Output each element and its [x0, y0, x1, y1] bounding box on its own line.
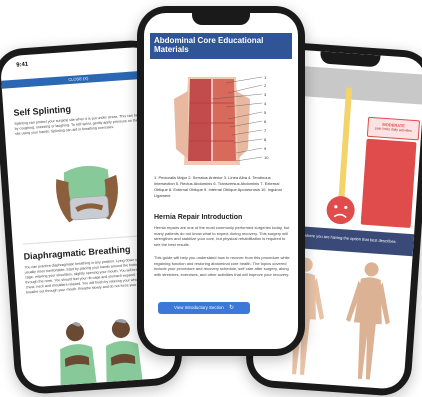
diagram-label-4: 4 — [264, 101, 267, 106]
diagram-legend: 1. Pectoralis Major 2. Serratus Anterior… — [154, 175, 282, 198]
diagram-label-10: 10 — [264, 155, 269, 160]
abdominal-anatomy-diagram: 1 2 3 4 5 6 7 8 9 10 — [174, 75, 269, 165]
self-splinting-illustration — [56, 165, 118, 223]
button-label: View Introductory Section — [174, 305, 224, 310]
phone-notch — [319, 51, 381, 68]
view-introductory-section-button[interactable]: View Introductory Section ↻ — [158, 302, 250, 314]
intro-paragraph-1: Hernia repairs are one of the most commo… — [154, 225, 290, 247]
refresh-icon: ↻ — [228, 305, 234, 311]
center-phone-frame: Abdominal Core Educational Materials 1 2… — [137, 6, 305, 356]
status-time: 9:41 — [16, 61, 29, 69]
section-title: Hernia Repair Introduction — [154, 214, 243, 221]
page-title: Abdominal Core Educational Materials — [150, 33, 292, 59]
moderate-box[interactable]: MODERATE pain limits daily activities — [366, 116, 421, 141]
phone-notch — [192, 13, 250, 25]
section-title-self-splinting: Self Splinting — [13, 103, 72, 118]
pain-face-icon — [326, 196, 355, 225]
diagram-label-5: 5 — [264, 110, 267, 115]
diagram-label-2: 2 — [264, 83, 267, 88]
close-button[interactable]: CLOSE (X) — [1, 69, 156, 89]
severe-box[interactable] — [360, 138, 417, 229]
center-phone-screen: Abdominal Core Educational Materials 1 2… — [144, 13, 298, 349]
diagram-label-7: 7 — [264, 128, 267, 133]
diagram-label-9: 9 — [264, 146, 267, 151]
diagram-label-1: 1 — [264, 75, 267, 80]
diagram-label-3: 3 — [264, 92, 267, 97]
intro-paragraph-2: This guide will help you understand how … — [154, 255, 290, 277]
diagram-label-6: 6 — [264, 119, 267, 124]
diagram-label-8: 8 — [264, 137, 267, 142]
